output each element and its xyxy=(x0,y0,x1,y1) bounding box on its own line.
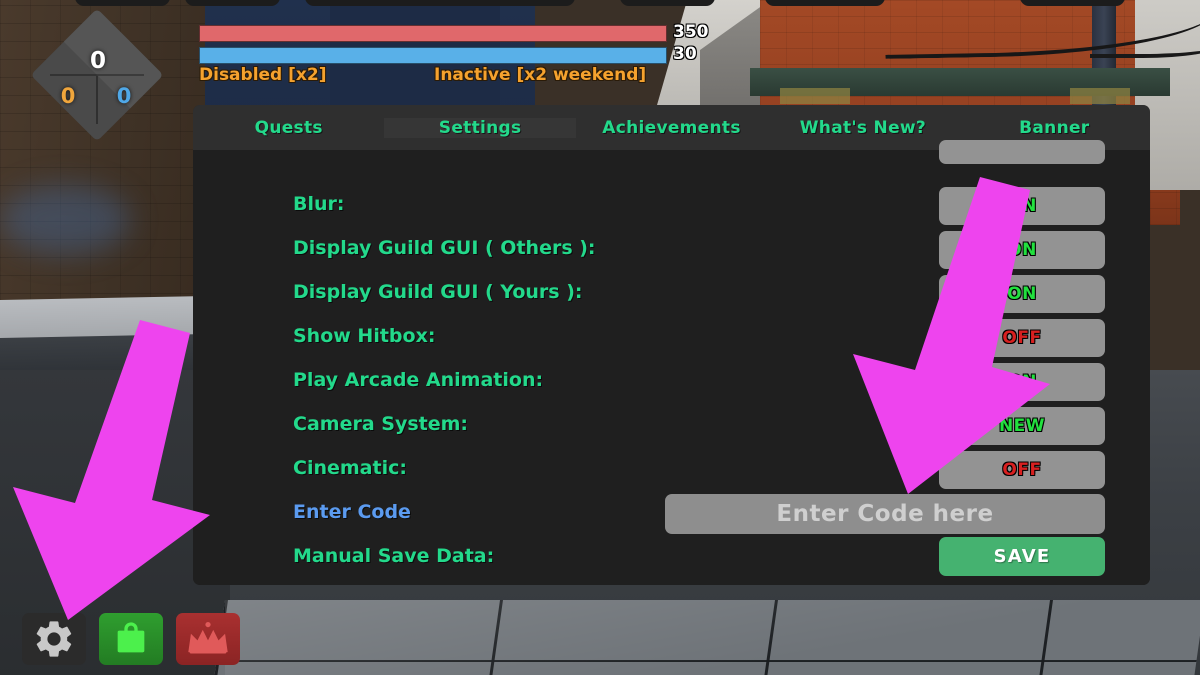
settings-list-body: Blur: ON Display Guild GUI ( Others ): O… xyxy=(193,140,1150,585)
diamond-divider-vertical xyxy=(96,76,98,124)
tab-banner[interactable]: Banner xyxy=(959,118,1150,138)
toggle-guild-gui-others[interactable]: ON xyxy=(939,231,1105,269)
settings-row-arcade-animation: Play Arcade Animation: ON xyxy=(193,360,1150,404)
scene-ledge-accent-2 xyxy=(1070,88,1130,104)
shop-bag-icon xyxy=(117,622,145,653)
top-button-4[interactable] xyxy=(620,0,715,6)
tab-whats-new[interactable]: What's New? xyxy=(767,118,958,138)
settings-row-manual-save: Manual Save Data: SAVE xyxy=(193,536,1150,580)
tab-settings[interactable]: Settings xyxy=(384,118,575,138)
crown-icon xyxy=(188,621,228,654)
stamina-bar-row: 30 xyxy=(199,44,697,64)
toggle-blur-value: ON xyxy=(1007,196,1037,216)
setting-label-manual-save: Manual Save Data: xyxy=(293,545,495,567)
setting-label-arcade-animation: Play Arcade Animation: xyxy=(293,369,544,391)
settings-row-partial xyxy=(193,140,1150,184)
health-bar-fill xyxy=(199,25,667,42)
scene-floor-sheen xyxy=(225,600,1200,675)
diamond-top-value: 0 xyxy=(89,48,106,74)
top-button-2[interactable] xyxy=(185,0,280,6)
settings-row-cinematic: Cinematic: OFF xyxy=(193,448,1150,492)
bottom-left-icon-bar xyxy=(22,613,240,665)
status-effects-row: Disabled [x2] Inactive [x2 weekend] xyxy=(199,65,719,85)
setting-label-enter-code: Enter Code xyxy=(293,501,411,523)
top-button-5[interactable] xyxy=(765,0,885,6)
toggle-arcade-animation[interactable]: ON xyxy=(939,363,1105,401)
toggle-show-hitbox-value: OFF xyxy=(1002,328,1042,348)
top-button-6[interactable] xyxy=(1020,0,1125,6)
tab-quests[interactable]: Quests xyxy=(193,118,384,138)
status-left-label: Disabled [x2] xyxy=(199,65,327,85)
setting-label-cinematic: Cinematic: xyxy=(293,457,407,479)
toggle-guild-gui-others-value: ON xyxy=(1007,240,1037,260)
setting-label-camera-system: Camera System: xyxy=(293,413,468,435)
setting-label-guild-gui-others: Display Guild GUI ( Others ): xyxy=(293,237,596,259)
settings-row-blur: Blur: ON xyxy=(193,184,1150,228)
diamond-left-value: 0 xyxy=(60,84,76,108)
save-button[interactable]: SAVE xyxy=(939,537,1105,576)
toggle-blur[interactable]: ON xyxy=(939,187,1105,225)
stamina-bar-fill xyxy=(199,47,667,64)
partial-toggle-button[interactable] xyxy=(939,140,1105,164)
settings-row-guild-gui-others: Display Guild GUI ( Others ): ON xyxy=(193,228,1150,272)
settings-row-camera-system: Camera System: NEW xyxy=(193,404,1150,448)
settings-panel: Quests Settings Achievements What's New?… xyxy=(193,105,1150,585)
setting-label-blur: Blur: xyxy=(293,193,345,215)
settings-row-enter-code: Enter Code xyxy=(193,492,1150,536)
setting-label-guild-gui-yours: Display Guild GUI ( Yours ): xyxy=(293,281,583,303)
diamond-right-value: 0 xyxy=(116,84,132,108)
premium-crown-button[interactable] xyxy=(176,613,240,665)
shop-button[interactable] xyxy=(99,613,163,665)
top-button-3[interactable] xyxy=(305,0,575,6)
scene-ledge-accent-1 xyxy=(780,88,850,104)
toggle-cinematic[interactable]: OFF xyxy=(939,451,1105,489)
settings-gear-button[interactable] xyxy=(22,613,86,665)
top-button-row xyxy=(0,0,1200,8)
top-button-1[interactable] xyxy=(75,0,170,6)
setting-label-show-hitbox: Show Hitbox: xyxy=(293,325,436,347)
toggle-guild-gui-yours[interactable]: ON xyxy=(939,275,1105,313)
player-stats-diamond: 0 0 0 xyxy=(28,8,168,142)
enter-code-input[interactable] xyxy=(665,494,1105,534)
toggle-cinematic-value: OFF xyxy=(1002,460,1042,480)
toggle-show-hitbox[interactable]: OFF xyxy=(939,319,1105,357)
toggle-guild-gui-yours-value: ON xyxy=(1007,284,1037,304)
toggle-camera-system-value: NEW xyxy=(998,416,1046,436)
status-right-label: Inactive [x2 weekend] xyxy=(434,65,647,85)
settings-gear-icon xyxy=(36,621,72,657)
health-bar-value: 350 xyxy=(673,22,709,42)
toggle-camera-system[interactable]: NEW xyxy=(939,407,1105,445)
tab-achievements[interactable]: Achievements xyxy=(576,118,767,138)
scene-cable-2 xyxy=(1090,36,1200,58)
settings-row-guild-gui-yours: Display Guild GUI ( Yours ): ON xyxy=(193,272,1150,316)
stat-bars: 350 30 xyxy=(199,22,709,69)
settings-scroll-area[interactable]: Blur: ON Display Guild GUI ( Others ): O… xyxy=(193,140,1150,585)
scene-character-blob-3 xyxy=(0,185,130,255)
toggle-arcade-animation-value: ON xyxy=(1007,372,1037,392)
stamina-bar-value: 30 xyxy=(673,44,697,64)
health-bar-row: 350 xyxy=(199,22,709,42)
settings-row-show-hitbox: Show Hitbox: OFF xyxy=(193,316,1150,360)
